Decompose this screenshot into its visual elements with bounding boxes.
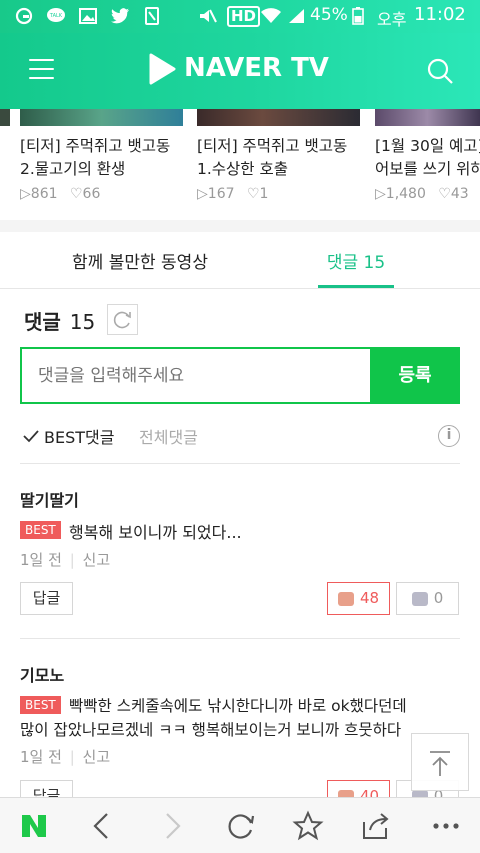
likes-count: 1 [259,186,269,202]
filter-best[interactable]: BEST댓글 [22,424,114,448]
video-title-line2[interactable]: 1.수상한 호출 [197,158,367,180]
status-bar: TALK HD 45% 오후 11:02 [0,0,480,33]
thumbs-down-icon [411,591,428,606]
views-count: 167 [207,186,235,202]
brand-name: NAVER TV [184,53,329,83]
svg-text:TALK: TALK [49,13,63,19]
like-button[interactable]: 48 [327,582,390,615]
views-icon: ▷ [20,186,31,202]
comment-author[interactable]: 기모노 [20,662,64,686]
comment-time: 1일 전 [20,551,62,569]
thumbs-up-icon [337,591,354,606]
comments-heading: 댓글 15 [24,306,95,335]
check-icon [22,428,44,447]
tab-related-videos[interactable]: 함께 볼만한 동영상 [20,238,260,288]
section-gap [0,220,480,232]
divider [20,463,460,464]
views-count: 1,480 [385,186,426,202]
twitter-icon [111,8,129,24]
mute-icon [200,9,217,23]
comment-text: 행복해 보이니까 되었다... [69,523,242,542]
heart-icon: ♡ [438,186,451,202]
comment-text-line2: 많이 잡았나모르겠네 ㅋㅋ 행복해보이는거 보니까 흐뭇하다 [20,721,402,739]
naver-n-icon[interactable] [14,806,54,846]
reply-button[interactable]: 답글 [20,582,73,615]
menu-icon[interactable] [29,58,54,80]
filter-all[interactable]: 전체댓글 [139,424,198,448]
video-thumbnail[interactable] [375,109,480,126]
views-icon: ▷ [375,186,386,202]
tab-comments-count: 15 [363,253,386,273]
comment-input-wrapper [20,347,370,404]
battery-icon [352,7,364,25]
comments-heading-label: 댓글 [24,310,61,334]
wifi-icon [261,8,281,23]
refresh-icon[interactable] [220,806,260,846]
submit-button[interactable]: 등록 [370,347,460,404]
talk-circle-icon [15,7,33,25]
best-badge: BEST [20,696,61,714]
dislike-button[interactable]: 0 [396,582,459,615]
browser-toolbar [0,797,480,853]
likes-count: 66 [82,186,101,202]
back-icon[interactable] [82,806,122,846]
comment-input[interactable] [22,349,368,402]
comment-text: 빡빡한 스케줄속에도 낚시한다니까 바로 ok했다던데 [69,697,407,715]
heart-icon: ♡ [69,186,83,202]
video-thumbnail[interactable] [0,109,10,126]
signal-icon [289,9,304,23]
comment-author[interactable]: 딸기딸기 [20,487,79,511]
video-title-line2[interactable]: 어보를 쓰기 위하 [375,158,480,180]
naver-tv-logo[interactable]: NAVER TV [148,51,338,89]
video-stats: ▷861 ♡66 [20,186,100,202]
comments-count: 15 [69,310,96,334]
report-link[interactable]: 신고 [83,551,111,569]
gallery-icon [79,8,97,24]
hd-indicator: HD [227,6,261,27]
filter-best-label: BEST댓글 [44,428,115,447]
search-icon[interactable] [426,57,454,85]
best-badge: BEST [20,521,61,539]
divider [0,288,480,289]
video-stats: ▷1,480 ♡43 [375,186,469,202]
scroll-top-button[interactable] [411,733,469,791]
like-count: 48 [359,589,380,607]
arrow-up-icon [430,751,450,776]
refresh-button[interactable] [107,304,138,335]
views-icon: ▷ [197,186,208,202]
likes-count: 43 [450,186,469,202]
video-title[interactable]: [티저] 주먹쥐고 뱃고동 [20,135,190,157]
video-thumbnail[interactable] [20,109,183,126]
video-title-line2[interactable]: 2.물고기의 환생 [20,158,190,180]
battery-percent: 45% [310,5,348,25]
comment-meta: 1일 전 | 신고 [20,748,111,766]
heart-icon: ♡ [246,186,260,202]
ampm-label: 오후 [377,10,407,29]
video-title[interactable]: [티저] 주먹쥐고 뱃고동 [197,135,367,157]
views-count: 861 [30,186,58,202]
divider [20,638,460,639]
bookmark-star-icon[interactable] [288,806,328,846]
tab-comments[interactable]: 댓글 15 [318,238,394,288]
info-icon[interactable]: i [438,425,460,447]
refresh-icon [113,311,131,329]
comment-time: 1일 전 [20,748,62,766]
kakaotalk-icon: TALK [47,8,65,22]
more-icon[interactable] [426,806,466,846]
report-link[interactable]: 신고 [83,748,111,766]
share-icon[interactable] [356,806,396,846]
file-icon [145,7,159,25]
tab-comments-label: 댓글 [326,253,359,273]
clock: 11:02 [414,4,466,25]
dislike-count: 0 [433,589,444,607]
video-thumbnail[interactable] [197,109,360,126]
app-header: NAVER TV [0,33,480,109]
forward-icon[interactable] [152,806,192,846]
play-icon [149,53,176,85]
video-stats: ▷167 ♡1 [197,186,268,202]
comment-meta: 1일 전 | 신고 [20,551,111,569]
video-title[interactable]: [1월 30일 예고] [375,135,480,157]
